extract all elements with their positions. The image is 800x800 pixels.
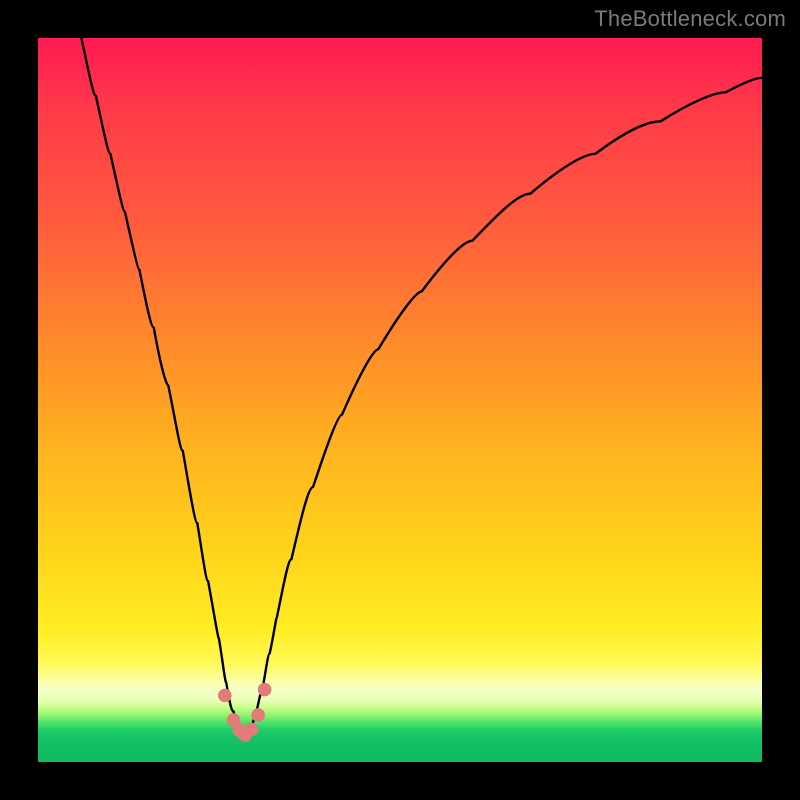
chart-stage: TheBottleneck.com (0, 0, 800, 800)
marker-dot (258, 683, 272, 697)
marker-dot (251, 708, 265, 722)
trough-markers (218, 683, 271, 742)
curve-layer (38, 38, 762, 762)
marker-dot (218, 689, 232, 703)
marker-dot (245, 723, 259, 737)
bottleneck-curve (81, 38, 762, 738)
watermark-text: TheBottleneck.com (594, 6, 786, 32)
plot-area (38, 38, 762, 762)
